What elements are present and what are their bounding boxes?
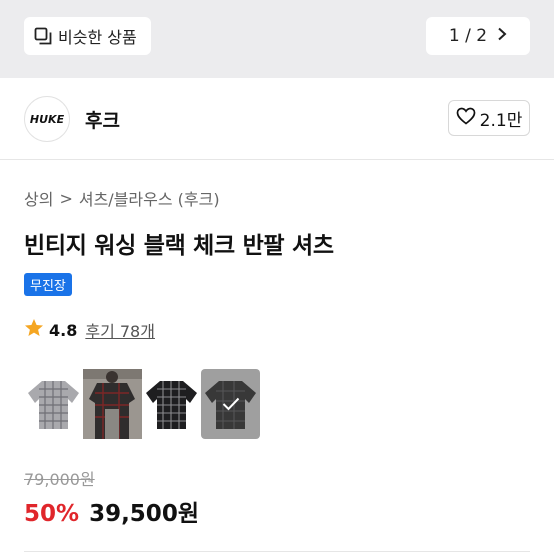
divider [24, 551, 530, 552]
rating-score: 4.8 [49, 320, 78, 340]
similar-products-bar: 비슷한 상품 1 / 2 [0, 0, 554, 78]
heart-icon [456, 107, 476, 130]
breadcrumb-category[interactable]: 상의 [24, 186, 53, 210]
shipping-badge: 무진장 [24, 273, 72, 296]
checkmark-icon [222, 397, 240, 411]
original-price: 79,000원 [24, 470, 95, 489]
copy-icon [34, 27, 52, 45]
chevron-right-icon [497, 26, 507, 46]
thumbnail-black-check-shirt[interactable] [142, 369, 201, 439]
price-row: 50% 39,500원 [24, 494, 199, 528]
similar-products-label: 비슷한 상품 [58, 28, 137, 47]
thumbnail-model-black-check-shirt[interactable] [83, 369, 142, 439]
rating-row: 4.8 후기 78개 [24, 318, 155, 342]
breadcrumb-separator: > [59, 188, 73, 208]
thumbnail-gray-check-shirt[interactable] [24, 369, 83, 439]
color-options [24, 369, 260, 439]
brand-row: HUKE 후크 2.1만 [0, 78, 554, 160]
sale-price: 39,500원 [89, 501, 199, 527]
star-icon [24, 318, 44, 342]
badge-label: 무진장 [30, 279, 66, 294]
brand-name[interactable]: 후크 [85, 106, 120, 133]
similar-pager[interactable]: 1 / 2 [426, 17, 530, 55]
selected-overlay [201, 369, 260, 439]
similar-products-button[interactable]: 비슷한 상품 [24, 17, 151, 55]
like-count: 2.1만 [479, 110, 523, 131]
product-title: 빈티지 워싱 블랙 체크 반팔 셔츠 [24, 233, 334, 259]
pager-text: 1 / 2 [448, 26, 488, 46]
breadcrumb-subcategory[interactable]: 셔츠/블라우스 (후크) [79, 186, 220, 210]
review-link[interactable]: 후기 78개 [85, 318, 155, 342]
like-button[interactable]: 2.1만 [448, 100, 530, 136]
thumbnail-black-check-shirt-dark[interactable] [201, 369, 260, 439]
breadcrumb: 상의 > 셔츠/블라우스 (후크) [24, 186, 220, 210]
brand-logo[interactable]: HUKE [24, 96, 70, 142]
discount-rate: 50% [24, 501, 80, 527]
brand-logo-text: HUKE [29, 112, 65, 126]
